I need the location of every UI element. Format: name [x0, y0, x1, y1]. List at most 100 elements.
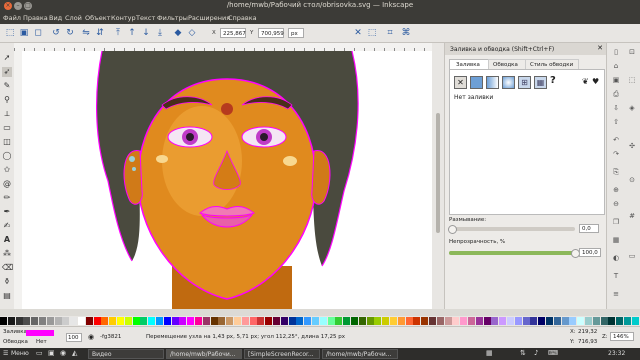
palette-swatch[interactable] — [460, 317, 468, 325]
new-doc-icon[interactable]: ▯ — [611, 47, 621, 57]
print-icon[interactable]: ⎙ — [611, 89, 621, 99]
palette-swatch[interactable] — [202, 317, 210, 325]
task-screen-recorder[interactable]: [SimpleScreenRecor... — [244, 349, 320, 359]
snap-bbox-icon[interactable]: ⬚ — [627, 75, 637, 85]
selector-tool-icon[interactable]: ➚ — [2, 53, 12, 63]
raise-icon[interactable]: ↑ — [126, 27, 138, 39]
palette-swatch[interactable] — [109, 317, 117, 325]
palette-swatch[interactable] — [429, 317, 436, 325]
fill-stroke-icon[interactable]: ◐ — [611, 253, 621, 263]
palette-swatch[interactable] — [0, 317, 7, 325]
calligraphy-tool-icon[interactable]: ✍ — [2, 221, 12, 231]
node-cusp-icon[interactable]: ◆ — [172, 27, 184, 39]
start-menu-icon[interactable]: ☰ — [3, 350, 8, 357]
palette-swatch[interactable] — [288, 317, 296, 325]
text-tool-icon[interactable]: A — [2, 235, 12, 245]
show-path-icon[interactable]: ⌘ — [400, 27, 412, 39]
pen-tool-icon[interactable]: ✒ — [2, 207, 12, 217]
radial-gradient-icon[interactable] — [502, 76, 515, 89]
mesh-icon[interactable]: ⊞ — [518, 76, 531, 89]
fill-rule-evenodd-icon[interactable]: ❦ — [582, 77, 589, 86]
show-outline-icon[interactable]: ⬚ — [366, 27, 378, 39]
y-field[interactable]: 700,959 — [258, 28, 284, 38]
palette-swatch[interactable] — [600, 317, 608, 325]
flip-vertical-icon[interactable]: ⇵ — [94, 27, 106, 39]
layer-visibility-icon[interactable]: ◉ — [88, 333, 94, 341]
palette-swatch[interactable] — [195, 317, 202, 325]
palette-swatch[interactable] — [631, 317, 639, 325]
blur-slider[interactable] — [449, 227, 575, 231]
palette-swatch[interactable] — [62, 317, 70, 325]
node-smooth-icon[interactable]: ◇ — [186, 27, 198, 39]
palette-swatch[interactable] — [39, 317, 46, 325]
palette-swatch[interactable] — [592, 317, 600, 325]
vertical-scrollbar[interactable] — [432, 43, 444, 309]
fill-swatch[interactable] — [26, 330, 54, 336]
group-icon[interactable]: ▦ — [611, 235, 621, 245]
color-palette[interactable] — [0, 316, 640, 326]
palette-swatch[interactable] — [475, 317, 483, 325]
blur-slider-handle[interactable] — [448, 225, 457, 234]
blur-field[interactable]: 0,0 — [579, 224, 599, 233]
workspace-switcher-icon[interactable]: ▦ — [486, 349, 493, 357]
palette-swatch[interactable] — [132, 317, 140, 325]
task-inkscape-2[interactable]: /home/mwb/Рабочи... — [322, 349, 398, 359]
node-tool-icon[interactable]: ➶ — [2, 67, 12, 77]
palette-swatch[interactable] — [499, 317, 507, 325]
snap-center-icon[interactable]: ⊙ — [627, 175, 637, 185]
palette-swatch[interactable] — [319, 317, 327, 325]
palette-swatch[interactable] — [343, 317, 351, 325]
opacity-slider[interactable] — [449, 251, 575, 255]
text-font-icon[interactable]: T — [611, 271, 621, 281]
terminal-launcher-icon[interactable]: ▣ — [48, 349, 55, 357]
palette-swatch[interactable] — [54, 317, 62, 325]
palette-swatch[interactable] — [249, 317, 257, 325]
deselect-icon[interactable]: ◻ — [32, 27, 44, 39]
save-icon[interactable]: ▣ — [611, 75, 621, 85]
palette-swatch[interactable] — [374, 317, 382, 325]
palette-swatch[interactable] — [452, 317, 460, 325]
snap-nodes-icon[interactable]: ◈ — [627, 103, 637, 113]
transform-handles-icon[interactable]: ⌗ — [384, 27, 396, 39]
palette-swatch[interactable] — [148, 317, 156, 325]
3dbox-tool-icon[interactable]: ◫ — [2, 137, 12, 147]
snap-guide-icon[interactable]: ✣ — [627, 141, 637, 151]
palette-swatch[interactable] — [241, 317, 249, 325]
palette-swatch[interactable] — [358, 317, 366, 325]
palette-swatch[interactable] — [522, 317, 530, 325]
palette-swatch[interactable] — [23, 317, 31, 325]
palette-swatch[interactable] — [585, 317, 592, 325]
palette-swatch[interactable] — [413, 317, 421, 325]
keyboard-layout-icon[interactable]: ⌨ — [548, 349, 558, 357]
palette-swatch[interactable] — [397, 317, 405, 325]
palette-swatch[interactable] — [117, 317, 124, 325]
palette-swatch[interactable] — [577, 317, 585, 325]
select-all-icon[interactable]: ⬚ — [4, 27, 16, 39]
raise-to-top-icon[interactable]: ⤒ — [112, 27, 124, 39]
palette-swatch[interactable] — [366, 317, 374, 325]
palette-swatch[interactable] — [187, 317, 195, 325]
x-field[interactable]: 225,867 — [220, 28, 246, 38]
opacity-field[interactable]: 100,0 — [579, 248, 601, 257]
zoom-in-icon[interactable]: ⊕ — [611, 185, 621, 195]
ellipse-tool-icon[interactable]: ◯ — [2, 151, 12, 161]
palette-swatch[interactable] — [171, 317, 179, 325]
zoom-out-icon[interactable]: ⊖ — [611, 199, 621, 209]
palette-swatch[interactable] — [296, 317, 304, 325]
palette-swatch[interactable] — [382, 317, 390, 325]
flip-horizontal-icon[interactable]: ⇋ — [80, 27, 92, 39]
palette-swatch[interactable] — [273, 317, 280, 325]
palette-swatch[interactable] — [514, 317, 522, 325]
unset-icon[interactable]: ? — [550, 75, 556, 86]
scrollbar-thumb[interactable] — [436, 113, 440, 233]
menu-filters[interactable]: Фильтры — [157, 14, 188, 22]
network-icon[interactable]: ⇅ — [520, 349, 526, 357]
export-icon[interactable]: ⇧ — [611, 117, 621, 127]
menu-extensions[interactable]: Расширения — [188, 14, 230, 22]
palette-swatch[interactable] — [46, 317, 54, 325]
palette-swatch[interactable] — [624, 317, 631, 325]
lower-icon[interactable]: ↓ — [140, 27, 152, 39]
palette-swatch[interactable] — [124, 317, 132, 325]
gradient-tool-icon[interactable]: ▤ — [2, 291, 12, 301]
palette-swatch[interactable] — [85, 317, 93, 325]
